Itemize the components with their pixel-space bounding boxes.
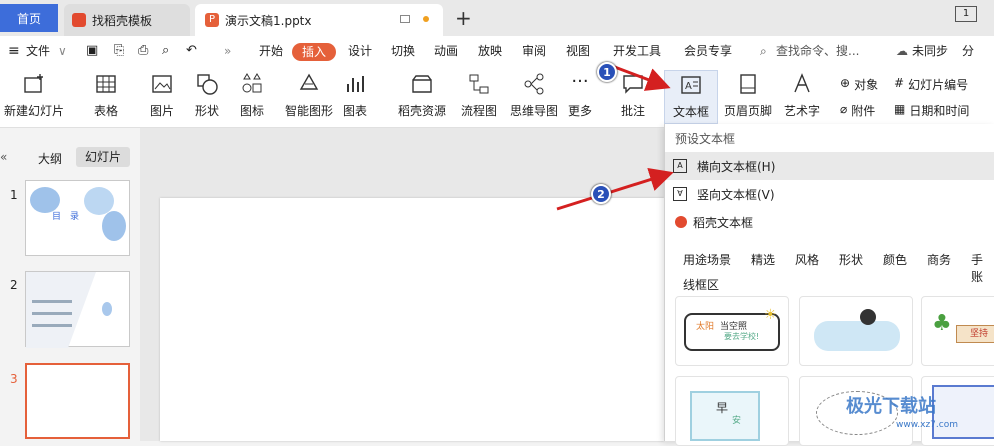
annotation-overlay	[556, 64, 674, 211]
arrow-2	[556, 167, 674, 211]
arrow-1	[611, 64, 671, 91]
watermark-url: www.xz7.com	[896, 420, 958, 430]
watermark-logo: 极光下载站	[846, 396, 936, 417]
step-badge-2: 2	[591, 184, 611, 204]
step-badge-1: 1	[597, 62, 617, 82]
